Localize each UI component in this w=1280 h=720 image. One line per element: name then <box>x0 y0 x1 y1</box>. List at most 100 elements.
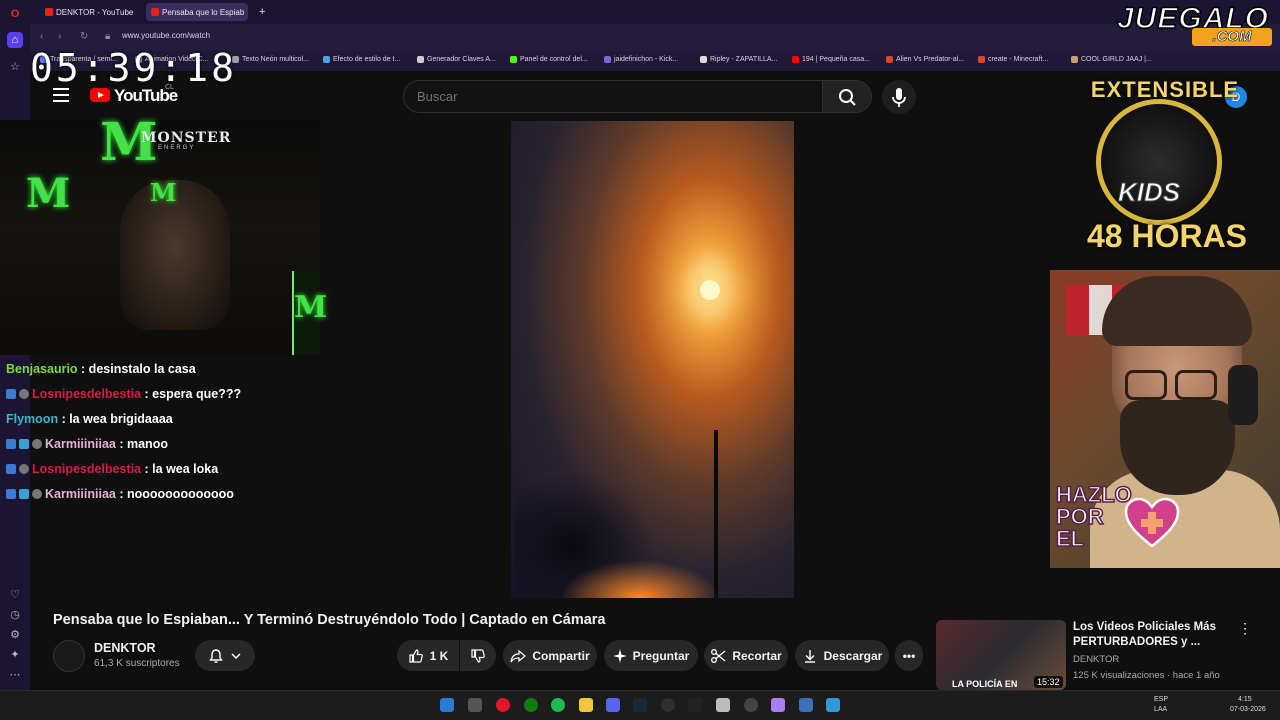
calculator-icon[interactable] <box>799 698 813 712</box>
chat-text: : la wea loka <box>144 462 219 476</box>
chevron-down-icon <box>231 652 241 659</box>
chat-message: Losnipesdelbestia : la wea loka <box>6 462 218 476</box>
history-icon[interactable]: ◷ <box>7 606 23 622</box>
bookmark-favicon-icon <box>1071 56 1078 63</box>
capcut-icon[interactable] <box>688 698 702 712</box>
app-icon[interactable] <box>771 698 785 712</box>
search-input[interactable] <box>403 80 823 113</box>
keyboard-language[interactable]: ESP <box>1154 696 1168 703</box>
subscribed-bell-button[interactable] <box>195 640 255 671</box>
bookmark-item[interactable]: jaidefinichon - Kick... <box>604 56 678 63</box>
forward-icon[interactable]: › <box>58 31 61 42</box>
bookmark-favicon-icon <box>323 56 330 63</box>
user-badge-icon <box>32 489 42 499</box>
monster-brand-subtext: ENERGY <box>158 145 196 151</box>
hamburger-menu-icon[interactable] <box>53 88 69 102</box>
bookmark-item[interactable]: Generador Claves A... <box>417 56 496 63</box>
bookmark-item[interactable]: Alien Vs Predator-al... <box>886 56 964 63</box>
pin-icon[interactable]: ☆ <box>7 58 23 74</box>
like-count: 1 K <box>429 648 449 663</box>
download-button[interactable]: Descargar <box>795 640 889 671</box>
recommended-channel[interactable]: DENKTOR <box>1073 654 1119 665</box>
thumbs-up-icon <box>409 648 423 663</box>
scissors-icon <box>711 648 726 663</box>
settings-taskbar-icon[interactable] <box>744 698 758 712</box>
download-icon <box>804 649 815 663</box>
monster-brand-text: MONSTER <box>141 130 232 146</box>
bookmark-favicon-icon <box>792 56 799 63</box>
steam-icon[interactable] <box>633 698 647 712</box>
heart-icon[interactable]: ♡ <box>7 586 23 602</box>
voice-search-button[interactable] <box>882 80 916 114</box>
url-field[interactable]: www.youtube.com/watch <box>122 31 210 40</box>
search-button[interactable] <box>822 80 872 113</box>
user-badge-icon <box>19 464 29 474</box>
recommended-meta: 125 K visualizaciones · hace 1 año <box>1073 670 1220 681</box>
bookmark-item[interactable]: create - Minecraft... <box>978 56 1048 63</box>
spotify-icon[interactable] <box>551 698 565 712</box>
chat-text: : espera que??? <box>144 387 242 401</box>
kids-label: KIDS <box>1117 177 1181 208</box>
hazlo-por-el-text: HAZLO POR EL <box>1055 482 1132 551</box>
share-button[interactable]: Compartir <box>503 640 597 671</box>
youtube-logo-icon[interactable] <box>90 88 110 102</box>
reload-icon[interactable]: ↻ <box>80 31 88 42</box>
bookmark-favicon-icon <box>604 56 611 63</box>
opera-taskbar-icon[interactable] <box>496 698 510 712</box>
prime-badge-icon <box>19 489 29 499</box>
chat-message: Benjasaurio : desinstalo la casa <box>6 362 196 376</box>
tab-strip: DENKTOR - YouTube Pensaba que lo Espiab … <box>30 0 1280 24</box>
new-tab-button[interactable]: + <box>254 3 272 21</box>
keyboard-layout[interactable]: LAA <box>1154 706 1167 713</box>
bookmark-item[interactable]: Ripley - ZAPATILLA... <box>700 56 777 63</box>
file-explorer-icon[interactable] <box>579 698 593 712</box>
xbox-icon[interactable] <box>524 698 538 712</box>
chat-message: Karmiiiniiaa : nooooooooooooo <box>6 487 234 501</box>
photos-icon[interactable] <box>826 698 840 712</box>
ask-button[interactable]: Preguntar <box>604 640 698 671</box>
bookmark-favicon-icon <box>700 56 707 63</box>
thumbs-down-icon <box>471 648 485 663</box>
heart-icon <box>1124 498 1180 548</box>
discord-icon[interactable] <box>606 698 620 712</box>
tab-video[interactable]: Pensaba que lo Espiab <box>146 3 248 21</box>
monster-claw-icon: M <box>26 170 71 217</box>
windows-start-icon[interactable] <box>440 698 454 712</box>
subscriber-badge-icon <box>6 389 16 399</box>
subscriber-badge-icon <box>6 439 16 449</box>
more-actions-button[interactable]: ••• <box>895 640 923 671</box>
obs-icon[interactable] <box>661 698 675 712</box>
lightbulb-icon[interactable]: ✦ <box>7 646 23 662</box>
monster-claw-icon: M <box>150 178 177 207</box>
like-button[interactable]: 1 K <box>397 640 459 671</box>
opera-logo-icon[interactable]: O <box>7 6 23 22</box>
tab-denktor[interactable]: DENKTOR - YouTube <box>40 3 140 21</box>
channel-name[interactable]: DENKTOR <box>94 641 156 655</box>
channel-avatar[interactable] <box>53 640 85 672</box>
app-icon[interactable] <box>716 698 730 712</box>
bookmark-item[interactable]: 194 | Pequeña casa... <box>792 56 870 63</box>
chat-text: : manoo <box>119 437 168 451</box>
bookmark-item[interactable]: COOL GIRLD JAAJ |... <box>1071 56 1152 63</box>
task-view-icon[interactable] <box>468 698 482 712</box>
fire-flames <box>560 560 720 598</box>
chat-username: Losnipesdelbestia <box>32 462 142 476</box>
chat-username: Flymoon <box>6 412 59 426</box>
bookmark-item[interactable]: Texto Neón multicol... <box>232 56 309 63</box>
clock-date[interactable]: 07-03-2026 <box>1230 706 1266 713</box>
search-icon <box>839 89 856 106</box>
subscriber-badge-icon <box>6 489 16 499</box>
home-icon[interactable]: ⌂ <box>7 32 23 48</box>
bookmark-favicon-icon <box>978 56 985 63</box>
back-icon[interactable]: ‹ <box>40 31 43 42</box>
more-icon[interactable]: ⋯ <box>7 666 23 682</box>
clock-time[interactable]: 4:15 <box>1238 696 1252 703</box>
recommended-video-title[interactable]: Los Videos Policiales Más PERTURBADORES … <box>1073 620 1233 650</box>
bookmark-item[interactable]: Panel de control del... <box>510 56 588 63</box>
bookmark-item[interactable]: Efecto de estilo de t... <box>323 56 400 63</box>
dislike-button[interactable] <box>460 640 496 671</box>
clip-button[interactable]: Recortar <box>704 640 788 671</box>
kebab-menu-icon[interactable]: ⋮ <box>1238 620 1252 637</box>
settings-icon[interactable]: ⚙ <box>7 626 23 642</box>
video-duration: 15:32 <box>1034 676 1063 688</box>
